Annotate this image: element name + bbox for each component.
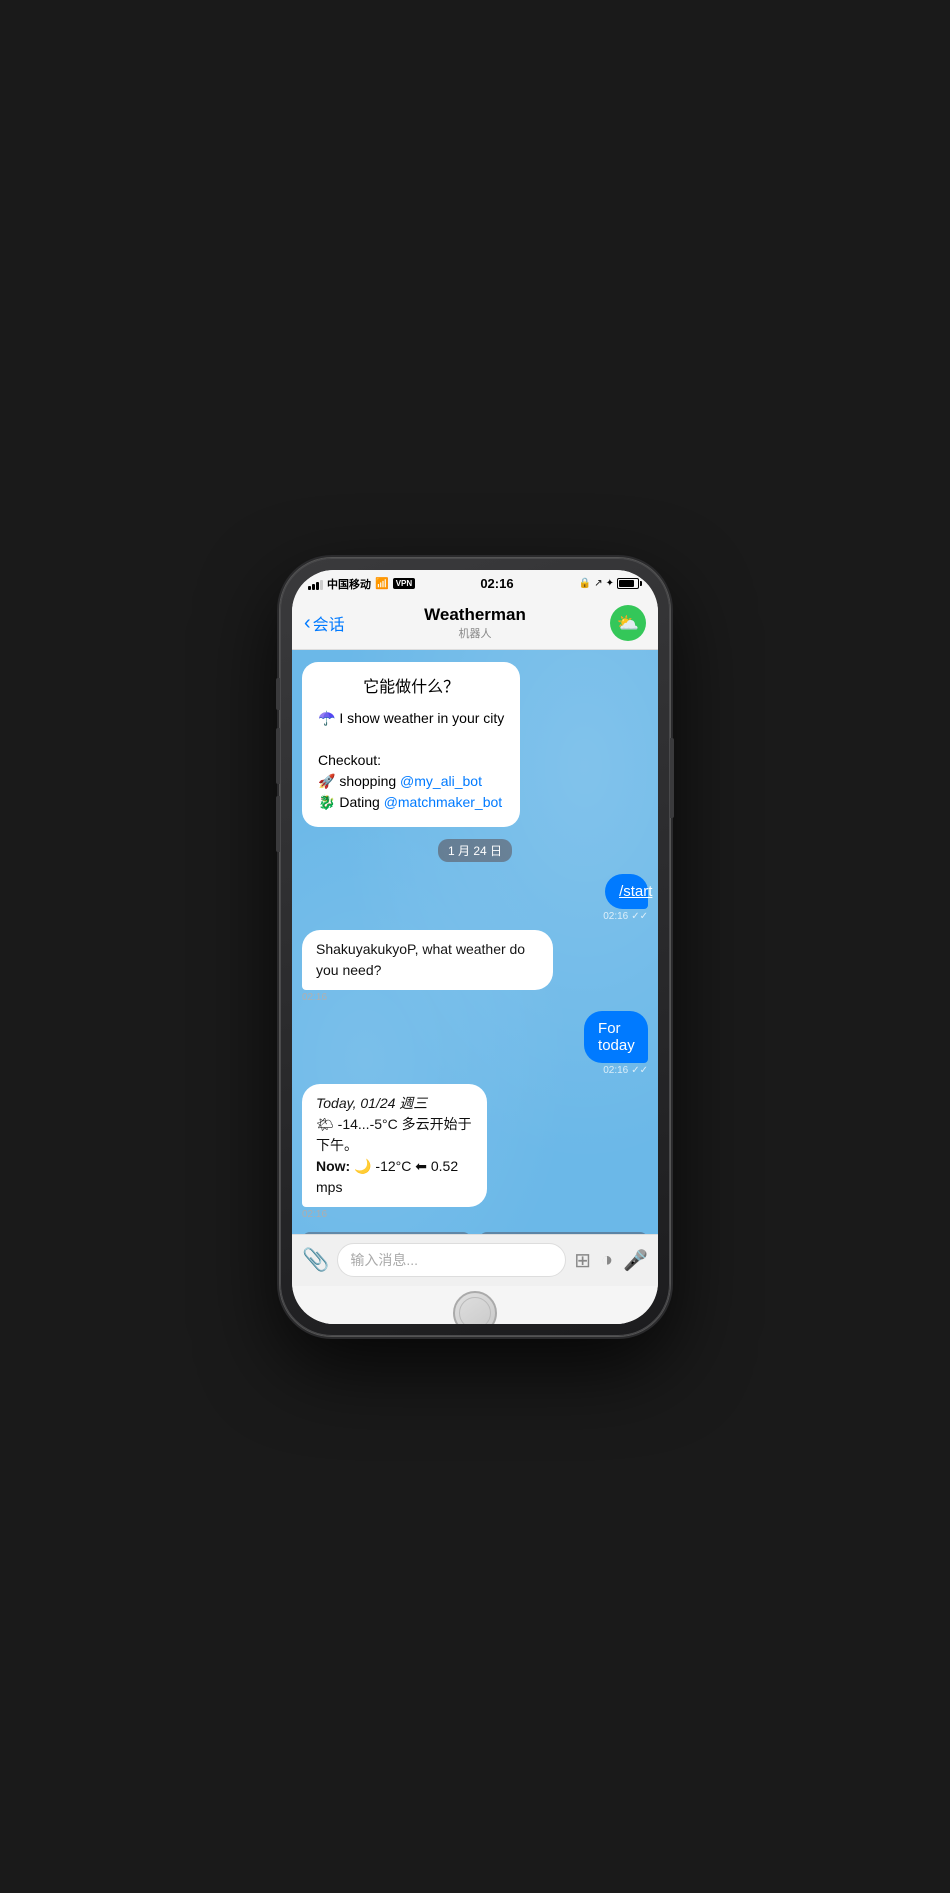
nav-bar: ‹ 会话 Weatherman 机器人 ⛅: [292, 598, 658, 650]
input-bar: 📎 输入消息... ⊞ ◑ 🎤: [292, 1234, 658, 1286]
bot-bubble-4: Today, 01/24 週三 🌤 -14...-5°C 多云开始于下午。 No…: [302, 1084, 487, 1207]
time-2: 02:16: [302, 992, 327, 1003]
time-3: 02:16: [603, 1065, 628, 1076]
welcome-bubble: 它能做什么？ ☂️ I show weather in your city Ch…: [302, 662, 520, 827]
date-badge: 1 月 24 日: [438, 839, 512, 862]
wifi-icon: 📶: [375, 577, 389, 590]
volume-down-button[interactable]: [276, 796, 280, 852]
quick-replies: Summary Hourly: [302, 1232, 648, 1234]
bot-meta-4: 02:16: [302, 1209, 327, 1220]
user-meta-1: 02:16 ✓✓: [603, 911, 648, 922]
weather-line2: 🌤 -14...-5°C 多云开始于下午。: [316, 1114, 473, 1156]
phone-screen: 中国移动 📶 VPN 02:16 🔒 ↗ ✦ ‹ 会话: [292, 570, 658, 1324]
weather-line3: Now: 🌙 -12°C ⬅ 0.52 mps: [316, 1156, 473, 1198]
battery-icon: [617, 578, 642, 589]
bot-avatar[interactable]: ⛅: [610, 605, 646, 641]
checkout-line: Checkout:: [318, 750, 504, 771]
link1-line: 🚀 shopping @my_ali_bot: [318, 771, 504, 792]
welcome-title: 它能做什么？: [318, 676, 504, 700]
link2-line: 🐉 Dating @matchmaker_bot: [318, 792, 504, 813]
chevron-left-icon: ‹: [304, 612, 311, 635]
ali-bot-link[interactable]: @my_ali_bot: [400, 773, 482, 789]
volume-up-button[interactable]: [276, 728, 280, 784]
summary-button[interactable]: Summary: [302, 1232, 471, 1234]
user-bubble-3: For today: [584, 1011, 648, 1063]
check-icon-3: ✓✓: [631, 1065, 648, 1076]
bot-avatar-emoji: ⛅: [617, 613, 639, 634]
signal-icon: [308, 578, 323, 590]
vpn-badge: VPN: [393, 578, 415, 589]
bot-bubble-2: ShakuyakukyoP, what weather do you need?: [302, 930, 553, 990]
sticker-icon[interactable]: ⊞: [574, 1248, 591, 1273]
bot-message-4: Today, 01/24 週三 🌤 -14...-5°C 多云开始于下午。 No…: [302, 1084, 528, 1220]
attach-icon[interactable]: 📎: [302, 1247, 329, 1273]
matchmaker-link[interactable]: @matchmaker_bot: [384, 794, 502, 810]
bot-message-2: ShakuyakukyoP, what weather do you need?…: [302, 930, 608, 1003]
nav-title-section: Weatherman 机器人: [390, 605, 561, 641]
lock-icon: 🔒: [579, 578, 591, 589]
start-command: /start: [619, 883, 652, 900]
status-right: 🔒 ↗ ✦: [579, 578, 642, 589]
home-button[interactable]: [453, 1291, 497, 1324]
mic-icon[interactable]: 🎤: [623, 1248, 648, 1273]
umbrella-icon: ☂️: [318, 710, 335, 726]
user-meta-3: 02:16 ✓✓: [603, 1065, 648, 1076]
bluetooth-icon: ✦: [606, 578, 614, 589]
user-bubble-1: /start: [605, 874, 648, 909]
status-left: 中国移动 📶 VPN: [308, 576, 415, 592]
time-4: 02:16: [302, 1209, 327, 1220]
back-button[interactable]: ‹ 会话: [304, 611, 390, 635]
weather-line1: Today, 01/24 週三: [316, 1093, 473, 1114]
power-button[interactable]: [670, 738, 674, 818]
back-label[interactable]: 会话: [313, 611, 345, 635]
input-icons: ⊞ ◑ 🎤: [574, 1248, 648, 1273]
bot-meta-2: 02:16: [302, 992, 327, 1003]
time-label: 02:16: [480, 576, 513, 591]
nav-right: ⛅: [561, 605, 647, 641]
emoji-icon[interactable]: ◑: [601, 1249, 613, 1272]
home-area: [292, 1286, 658, 1324]
user-message-3: For today 02:16 ✓✓: [557, 1011, 648, 1076]
mute-button[interactable]: [276, 678, 280, 710]
nav-title: Weatherman: [390, 605, 561, 625]
input-placeholder: 输入消息...: [350, 1250, 418, 1270]
welcome-line1: ☂️ I show weather in your city: [318, 708, 504, 729]
hourly-button[interactable]: Hourly: [479, 1232, 648, 1234]
carrier-label: 中国移动: [327, 576, 371, 592]
status-bar: 中国移动 📶 VPN 02:16 🔒 ↗ ✦: [292, 570, 658, 598]
location-icon: ↗: [594, 578, 602, 589]
dragon-icon: 🐉: [318, 794, 335, 810]
weather-date: Today, 01/24 週三: [316, 1095, 427, 1111]
time-1: 02:16: [603, 911, 628, 922]
user-message-1: /start 02:16 ✓✓: [587, 874, 648, 922]
rocket-icon: 🚀: [318, 773, 335, 789]
chat-area: 它能做什么？ ☂️ I show weather in your city Ch…: [292, 650, 658, 1234]
message-input[interactable]: 输入消息...: [337, 1243, 566, 1277]
phone-frame: 中国移动 📶 VPN 02:16 🔒 ↗ ✦ ‹ 会话: [280, 558, 670, 1336]
check-icon-1: ✓✓: [631, 911, 648, 922]
nav-subtitle: 机器人: [390, 625, 561, 641]
